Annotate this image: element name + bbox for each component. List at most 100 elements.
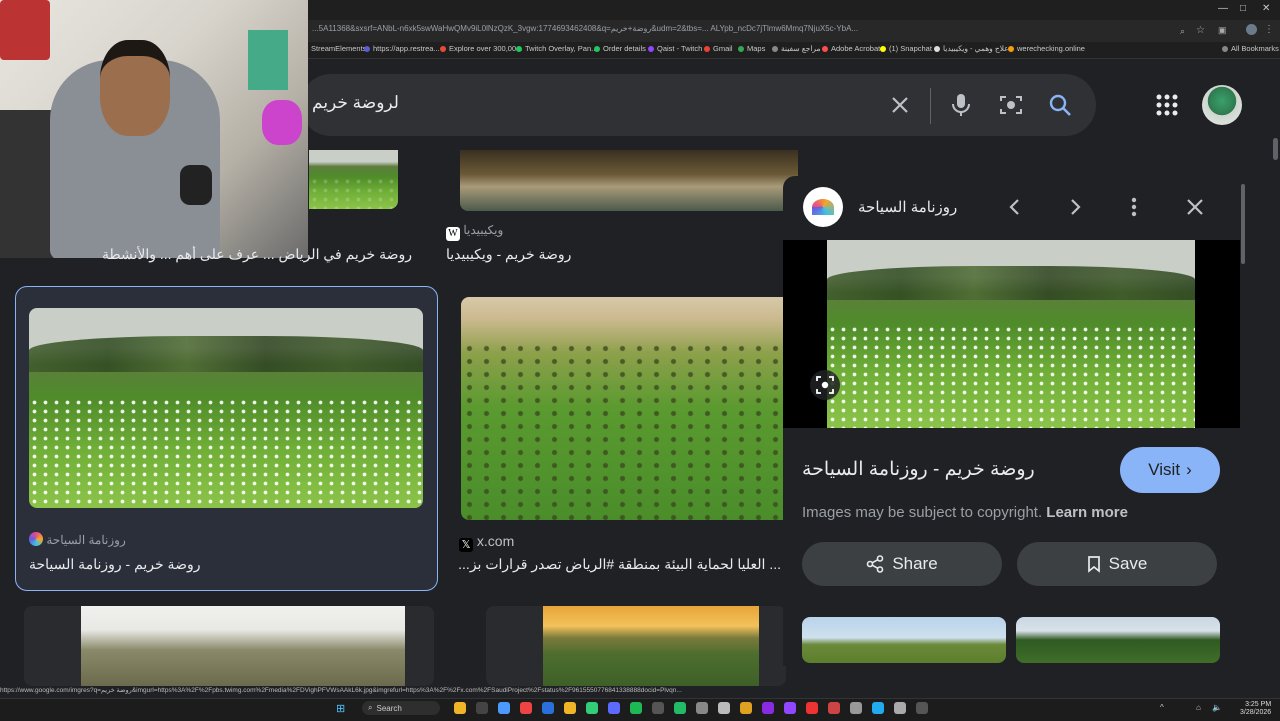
result-caption[interactable]: روضة خريم - روزنامة السياحة [29, 556, 423, 573]
result-source[interactable]: W ويكيبيديا [446, 223, 503, 241]
taskbar-app-icon[interactable] [784, 702, 796, 714]
search-icon[interactable]: ⌕ [1180, 26, 1185, 37]
result-thumbnail[interactable] [29, 308, 423, 508]
taskbar-app-icon[interactable] [498, 702, 510, 714]
result-thumbnail[interactable] [309, 150, 398, 209]
taskbar-app-icon[interactable] [696, 702, 708, 714]
more-icon[interactable]: ⋮ [1264, 24, 1274, 35]
star-icon[interactable]: ☆ [1196, 25, 1205, 36]
result-thumbnail[interactable] [81, 606, 405, 686]
result-source[interactable]: 𝕏 x.com [459, 533, 514, 552]
bookmark-item[interactable]: Twitch Overlay, Pan... [516, 44, 597, 53]
bookmark-item[interactable]: Qaist - Twitch [648, 44, 702, 53]
chevron-left-icon[interactable] [1006, 197, 1024, 217]
bookmark-item[interactable]: StreamElements [302, 44, 366, 53]
bookmark-favicon-icon [648, 46, 654, 52]
bookmark-favicon-icon [594, 46, 600, 52]
bookmark-item[interactable]: All Bookmarks [1222, 44, 1279, 53]
bookmark-favicon-icon [772, 46, 778, 52]
bookmark-favicon-icon [934, 46, 940, 52]
mic-icon[interactable] [950, 92, 972, 118]
visit-button[interactable]: Visit › [1120, 447, 1220, 493]
result-caption[interactable]: روضة خريم في الرياض ... عرف على أهم ... … [30, 246, 412, 263]
camera-lens-icon[interactable] [998, 93, 1024, 117]
share-button[interactable]: Share [802, 542, 1002, 586]
taskbar-clock[interactable]: 3:25 PM 3/28/2026 [1240, 701, 1271, 717]
maximize-icon[interactable]: □ [1240, 3, 1246, 14]
taskbar-app-icon[interactable] [872, 702, 884, 714]
minimize-icon[interactable]: — [1218, 3, 1228, 14]
panel-title[interactable]: روضة خريم - روزنامة السياحة [802, 458, 1035, 481]
result-caption[interactable]: ... العليا لحماية البيئة بمنطقة #الرياض … [459, 556, 781, 573]
bookmark-favicon-icon [364, 46, 370, 52]
preview-image[interactable] [827, 240, 1195, 428]
taskbar-app-icon[interactable] [476, 702, 488, 714]
taskbar-app-icon[interactable] [630, 702, 642, 714]
account-avatar[interactable] [1202, 85, 1242, 125]
bookmark-item[interactable]: Adobe Acrobat [822, 44, 880, 53]
result-caption[interactable]: روضة خريم - ويكيبيديا [446, 246, 786, 263]
page-scrollbar[interactable] [1273, 138, 1278, 160]
learn-more-link[interactable]: Learn more [1046, 504, 1128, 521]
bookmark-item[interactable]: https://app.restrea... [364, 44, 440, 53]
taskbar-app-icon[interactable] [454, 702, 466, 714]
taskbar-app-icon[interactable] [894, 702, 906, 714]
bookmark-item[interactable]: Maps [738, 44, 765, 53]
result-thumbnail[interactable] [460, 150, 798, 211]
bookmark-favicon-icon [738, 46, 744, 52]
windows-start-icon[interactable]: ⊞ [336, 702, 345, 715]
close-icon[interactable] [890, 95, 910, 115]
taskbar-app-icon[interactable] [850, 702, 862, 714]
close-panel-icon[interactable] [1185, 197, 1205, 217]
related-image[interactable] [1016, 617, 1220, 663]
taskbar-app-icon[interactable] [542, 702, 554, 714]
taskbar-search[interactable]: ⌕ Search [362, 701, 440, 715]
search-icon[interactable] [1048, 93, 1072, 117]
panel-scrollbar[interactable] [1241, 184, 1245, 264]
bookmark-item[interactable]: مراجع سفينة [772, 44, 821, 53]
apps-grid-icon[interactable] [1156, 94, 1178, 116]
taskbar-app-icon[interactable] [916, 702, 928, 714]
result-thumbnail[interactable] [461, 297, 783, 520]
lens-search-button[interactable] [810, 370, 840, 400]
bookmark-favicon-icon [516, 46, 522, 52]
taskbar-app-icon[interactable] [520, 702, 532, 714]
taskbar-app-icon[interactable] [718, 702, 730, 714]
taskbar-app-icon[interactable] [828, 702, 840, 714]
bookmark-item[interactable]: Order details [594, 44, 646, 53]
more-options-icon[interactable] [1128, 196, 1140, 218]
chevron-right-icon: › [1186, 460, 1192, 479]
taskbar-app-icon[interactable] [762, 702, 774, 714]
taskbar-app-icon[interactable] [586, 702, 598, 714]
taskbar-app-icon[interactable] [674, 702, 686, 714]
tray-chevron-icon[interactable]: ^ [1160, 703, 1164, 712]
result-thumbnail[interactable] [543, 606, 759, 686]
volume-icon[interactable]: 🔈 [1212, 703, 1222, 712]
bookmark-item[interactable]: (1) Snapchat [880, 44, 932, 53]
related-image[interactable] [802, 617, 1006, 663]
bookmark-item[interactable]: علاج وهمي - ويكيبيديا [934, 44, 1009, 53]
close-window-icon[interactable]: ✕ [1262, 3, 1270, 14]
bookmark-item[interactable]: werechecking.online [1008, 44, 1085, 53]
bookmark-favicon-icon [704, 46, 710, 52]
profile-avatar[interactable] [1246, 24, 1257, 35]
taskbar-app-icon[interactable] [806, 702, 818, 714]
taskbar-app-icon[interactable] [608, 702, 620, 714]
bookmark-item[interactable]: Explore over 300,00... [440, 44, 522, 53]
bookmark-icon [1087, 556, 1100, 573]
extensions-icon[interactable]: ▣ [1218, 25, 1227, 36]
save-button[interactable]: Save [1017, 542, 1217, 586]
network-icon[interactable]: ⌂ [1196, 703, 1201, 712]
chevron-right-icon[interactable] [1066, 197, 1084, 217]
search-input[interactable]: لروضة خريم [312, 93, 612, 113]
taskbar-app-icon[interactable] [740, 702, 752, 714]
x-logo-icon: 𝕏 [459, 538, 473, 552]
search-icon: ⌕ [368, 703, 373, 712]
result-source[interactable]: روزنامة السياحة [29, 532, 423, 547]
taskbar-app-icon[interactable] [564, 702, 576, 714]
bookmark-item[interactable]: Gmail [704, 44, 733, 53]
panel-site-name[interactable]: روزنامة السياحة [858, 198, 957, 216]
taskbar-app-icon[interactable] [652, 702, 664, 714]
site-logo-icon [29, 532, 43, 546]
url-text[interactable]: ...5A11368&sxsrf=ANbL-n6xk5swWaHwQMv9iL0… [312, 24, 1172, 38]
